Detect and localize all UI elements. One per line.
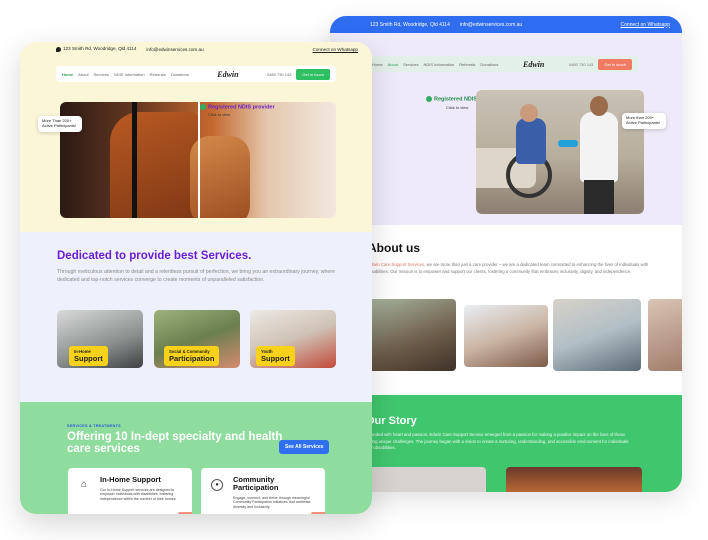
nav-item-donations[interactable]: Donations — [171, 72, 189, 77]
main-nav: Home About Services NDIS Information Ref… — [366, 56, 638, 72]
whatsapp-link[interactable]: Connect on Whatsapp — [621, 22, 670, 28]
location-icon — [56, 46, 61, 52]
about-highlight: Edwin Care Support Services, — [368, 262, 426, 267]
phone-number[interactable]: 0480 730 143 — [569, 62, 593, 67]
service-tag-main: Support — [261, 354, 290, 363]
service-item-title: Community Participation — [233, 475, 279, 492]
nav-item-services[interactable]: Services — [94, 72, 109, 77]
about-section: About us Edwin Care Support Services, we… — [330, 225, 682, 395]
check-icon — [200, 104, 206, 110]
main-nav: Home About Services NDIS Information Ref… — [56, 66, 336, 82]
card-accent — [178, 512, 192, 514]
hero-section: Home About Services NDIS Information Ref… — [330, 33, 682, 225]
showcase-stage: 123 Smith Rd, Woodridge, Qld 4114 info@e… — [0, 0, 708, 540]
nav-item-referrals[interactable]: Referrals — [459, 62, 475, 67]
ndis-click-to-view[interactable]: Click to view — [208, 112, 230, 117]
participants-badge: More Than 200+ Active Participants! — [38, 116, 82, 132]
section-kicker: SERVICES & TREATMENTS — [67, 424, 121, 428]
our-story-section: Our Story Founded with heart and passion… — [330, 395, 682, 492]
hero-photo-physiotherapy — [476, 90, 644, 214]
about-text: Edwin Care Support Services, we are more… — [368, 261, 668, 275]
whatsapp-link[interactable]: Connect on Whatsapp — [313, 47, 358, 52]
nav-item-ndis[interactable]: NDIS Information — [423, 62, 454, 67]
service-item-desc: Our In-Home Support services are designe… — [100, 488, 177, 501]
service-tag[interactable]: Social & Community Participation — [164, 346, 220, 366]
nav-item-about[interactable]: About — [388, 62, 398, 67]
card-accent — [311, 512, 325, 514]
top-contact-bar: 123 Smith Rd, Woodridge, Qld 4114 info@e… — [20, 42, 372, 56]
get-in-touch-button[interactable]: Get in touch — [598, 58, 632, 70]
gallery-photo — [648, 299, 682, 371]
nav-item-about[interactable]: About — [78, 72, 88, 77]
hero-section: 123 Smith Rd, Woodridge, Qld 4114 info@e… — [20, 42, 372, 232]
gallery-photo — [464, 305, 548, 367]
services-title: Dedicated to provide best Services. — [57, 250, 252, 262]
service-item-title: In-Home Support — [100, 475, 161, 484]
home-icon: ⌂ — [80, 479, 88, 490]
services-intro-section: Dedicated to provide best Services. Thro… — [20, 232, 372, 402]
story-text: Founded with heart and passion, Edwin Ca… — [366, 432, 629, 450]
top-contact-bar: 123 Smith Rd, Woodridge, Qld 4114 info@e… — [330, 16, 682, 33]
story-photo — [366, 467, 486, 492]
service-tag[interactable]: In-Home Support — [69, 346, 108, 366]
get-in-touch-button[interactable]: Get in touch — [296, 68, 330, 80]
site-logo[interactable]: Edwin — [523, 60, 544, 69]
phone-number[interactable]: 0480 730 143 — [267, 72, 291, 77]
check-icon — [426, 96, 432, 102]
specialty-title: Offering 10 In-dept specialty and health… — [67, 431, 283, 455]
address-text: 123 Smith Rd, Woodridge, Qld 4114 — [370, 21, 450, 28]
about-page-mockup: 123 Smith Rd, Woodridge, Qld 4114 info@e… — [330, 16, 682, 492]
nav-item-donations[interactable]: Donations — [480, 62, 498, 67]
gallery-photo — [366, 299, 456, 371]
home-page-mockup: 123 Smith Rd, Woodridge, Qld 4114 info@e… — [20, 42, 372, 514]
participants-badge: More than 200+ Active Participants! — [622, 113, 666, 129]
address-text: 123 Smith Rd, Woodridge, Qld 4114 — [56, 46, 137, 52]
hero-photo-hands — [60, 102, 336, 218]
service-tag-main: Support — [74, 354, 103, 363]
nav-item-home[interactable]: Home — [372, 62, 383, 67]
ndis-text: Registered NDIS provider — [208, 104, 275, 111]
address-value: 123 Smith Rd, Woodridge, Qld 4114 — [63, 46, 137, 52]
gallery-photo — [553, 299, 641, 371]
service-item-card[interactable]: ⌂ In-Home Support Our In-Home Support se… — [68, 468, 192, 514]
email-link[interactable]: info@edwinservices.com.au — [146, 47, 203, 52]
service-tag[interactable]: Youth Support — [256, 346, 295, 366]
nav-item-home[interactable]: Home — [62, 72, 73, 77]
services-text: Through meticulous attention to detail a… — [57, 269, 335, 283]
nav-item-services[interactable]: Services — [403, 62, 418, 67]
service-item-desc: Engage, connect, and thrive through mean… — [233, 496, 311, 509]
see-all-services-button[interactable]: See All Services — [279, 440, 330, 454]
service-item-card[interactable]: ● Community Participation Engage, connec… — [201, 468, 325, 514]
story-title: Our Story — [366, 415, 417, 427]
nav-item-referrals[interactable]: Referrals — [150, 72, 166, 77]
site-logo[interactable]: Edwin — [217, 70, 238, 79]
email-link[interactable]: info@edwinservices.com.au — [460, 22, 522, 28]
nav-item-ndis[interactable]: NDIS Information — [114, 72, 145, 77]
about-title: About us — [368, 241, 420, 255]
community-icon: ● — [211, 479, 223, 491]
specialty-services-section: SERVICES & TREATMENTS Offering 10 In-dep… — [20, 402, 372, 514]
ndis-click-to-view[interactable]: Click to view — [446, 105, 468, 110]
dumbbell-icon — [558, 140, 578, 147]
service-tag-main: Participation — [169, 354, 215, 363]
ndis-provider-label[interactable]: Registered NDIS provider — [200, 104, 275, 110]
story-photo — [506, 467, 642, 492]
